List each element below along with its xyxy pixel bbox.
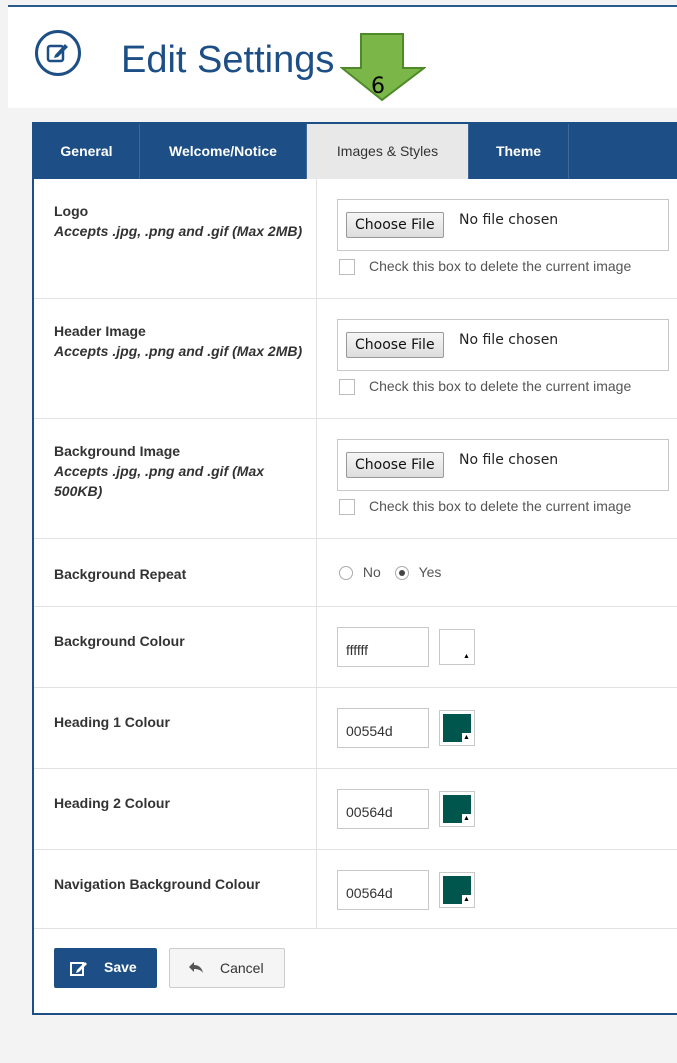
- background-image-hint: Accepts .jpg, .png and .gif (Max 500KB): [54, 463, 265, 499]
- background-image-delete-label: Check this box to delete the current ima…: [369, 498, 632, 514]
- logo-delete-checkbox[interactable]: [339, 259, 355, 276]
- logo-choose-file-button[interactable]: Choose File: [346, 212, 444, 238]
- annotation-number: 6: [371, 74, 385, 99]
- background-repeat-row: Background Repeat No Yes: [34, 539, 677, 607]
- background-image-delete-option[interactable]: Check this box to delete the current ima…: [339, 497, 632, 516]
- heading-2-colour-swatch[interactable]: ▲: [439, 791, 475, 827]
- header-image-delete-label: Check this box to delete the current ima…: [369, 378, 632, 394]
- header-image-hint: Accepts .jpg, .png and .gif (Max 2MB): [54, 343, 303, 359]
- cancel-button[interactable]: Cancel: [169, 948, 285, 988]
- logo-delete-option[interactable]: Check this box to delete the current ima…: [339, 257, 632, 276]
- tab-welcome-notice[interactable]: Welcome/Notice: [140, 124, 307, 179]
- navigation-background-colour-swatch[interactable]: ▲: [439, 872, 475, 908]
- background-repeat-options: No Yes: [339, 564, 442, 581]
- page-title: Edit Settings: [121, 39, 335, 81]
- background-image-file-status: No file chosen: [459, 452, 559, 468]
- header-image-delete-checkbox[interactable]: [339, 379, 355, 396]
- background-image-label: Background Image: [54, 443, 181, 459]
- reply-arrow-icon: [189, 962, 203, 973]
- background-colour-label: Background Colour: [54, 633, 185, 649]
- heading-2-colour-label: Heading 2 Colour: [54, 795, 170, 811]
- save-button[interactable]: Save: [54, 948, 157, 988]
- header-image-row: Header Image Accepts .jpg, .png and .gif…: [34, 299, 677, 419]
- header-image-choose-file-button[interactable]: Choose File: [346, 332, 444, 358]
- background-image-choose-file-button[interactable]: Choose File: [346, 452, 444, 478]
- navigation-background-colour-row: Navigation Background Colour 00564d ▲: [34, 850, 677, 929]
- dropdown-arrow-icon: ▲: [462, 895, 471, 904]
- tab-images-styles[interactable]: Images & Styles: [307, 124, 469, 179]
- heading-1-colour-label: Heading 1 Colour: [54, 714, 170, 730]
- repeat-no-label: No: [362, 564, 381, 580]
- background-image-delete-checkbox[interactable]: [339, 499, 355, 516]
- heading-1-colour-row: Heading 1 Colour 00554d ▲: [34, 688, 677, 769]
- logo-row: Logo Accepts .jpg, .png and .gif (Max 2M…: [34, 179, 677, 299]
- header-image-delete-option[interactable]: Check this box to delete the current ima…: [339, 377, 632, 396]
- background-image-file-input[interactable]: Choose File No file chosen: [337, 439, 669, 491]
- header-image-file-status: No file chosen: [459, 332, 559, 348]
- navigation-background-colour-label: Navigation Background Colour: [54, 876, 261, 892]
- background-repeat-label: Background Repeat: [54, 566, 187, 582]
- cancel-label: Cancel: [220, 960, 264, 976]
- background-colour-swatch[interactable]: ▲: [439, 629, 475, 665]
- tab-bar: General Welcome/Notice Images & Styles T…: [34, 124, 677, 179]
- tab-theme[interactable]: Theme: [469, 124, 569, 179]
- background-colour-row: Background Colour ffffff ▲: [34, 607, 677, 688]
- heading-2-colour-input[interactable]: 00564d: [337, 789, 429, 829]
- dropdown-arrow-icon: ▲: [462, 814, 471, 823]
- header-image-file-input[interactable]: Choose File No file chosen: [337, 319, 669, 371]
- dropdown-arrow-icon: ▲: [462, 733, 471, 742]
- save-label: Save: [104, 959, 137, 975]
- edit-icon: [35, 30, 81, 76]
- repeat-yes-label: Yes: [418, 564, 442, 580]
- logo-label: Logo: [54, 203, 89, 219]
- logo-file-input[interactable]: Choose File No file chosen: [337, 199, 669, 251]
- edit-icon: [70, 962, 87, 976]
- header-image-label: Header Image: [54, 323, 146, 339]
- background-colour-input[interactable]: ffffff: [337, 627, 429, 667]
- navigation-background-colour-input[interactable]: 00564d: [337, 870, 429, 910]
- heading-1-colour-swatch[interactable]: ▲: [439, 710, 475, 746]
- settings-panel: General Welcome/Notice Images & Styles T…: [32, 122, 677, 1015]
- repeat-yes-radio[interactable]: [394, 566, 409, 581]
- dropdown-arrow-icon: ▲: [462, 652, 471, 661]
- logo-delete-label: Check this box to delete the current ima…: [369, 258, 632, 274]
- background-image-row: Background Image Accepts .jpg, .png and …: [34, 419, 677, 539]
- heading-1-colour-input[interactable]: 00554d: [337, 708, 429, 748]
- repeat-no-radio[interactable]: [339, 566, 353, 581]
- heading-2-colour-row: Heading 2 Colour 00564d ▲: [34, 769, 677, 850]
- logo-file-status: No file chosen: [459, 212, 559, 228]
- tab-general[interactable]: General: [34, 124, 140, 179]
- logo-hint: Accepts .jpg, .png and .gif (Max 2MB): [54, 223, 303, 239]
